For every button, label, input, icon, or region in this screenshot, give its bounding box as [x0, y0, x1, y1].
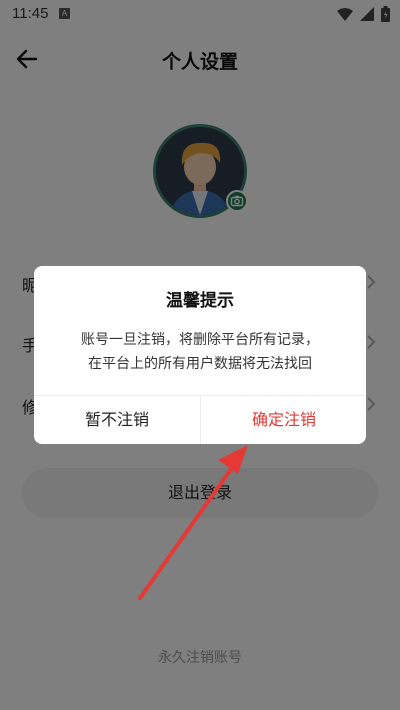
cancel-button[interactable]: 暂不注销 — [34, 396, 200, 444]
confirm-delete-button[interactable]: 确定注销 — [201, 396, 366, 444]
dialog-message-line: 账号一旦注销，将删除平台所有记录， — [81, 332, 319, 348]
confirm-dialog: 温馨提示 账号一旦注销，将删除平台所有记录， 在平台上的所有用户数据将无法找回 … — [34, 266, 366, 444]
dialog-message: 账号一旦注销，将删除平台所有记录， 在平台上的所有用户数据将无法找回 — [34, 328, 366, 376]
dialog-title: 温馨提示 — [166, 291, 234, 311]
dialog-message-line: 在平台上的所有用户数据将无法找回 — [88, 356, 312, 372]
